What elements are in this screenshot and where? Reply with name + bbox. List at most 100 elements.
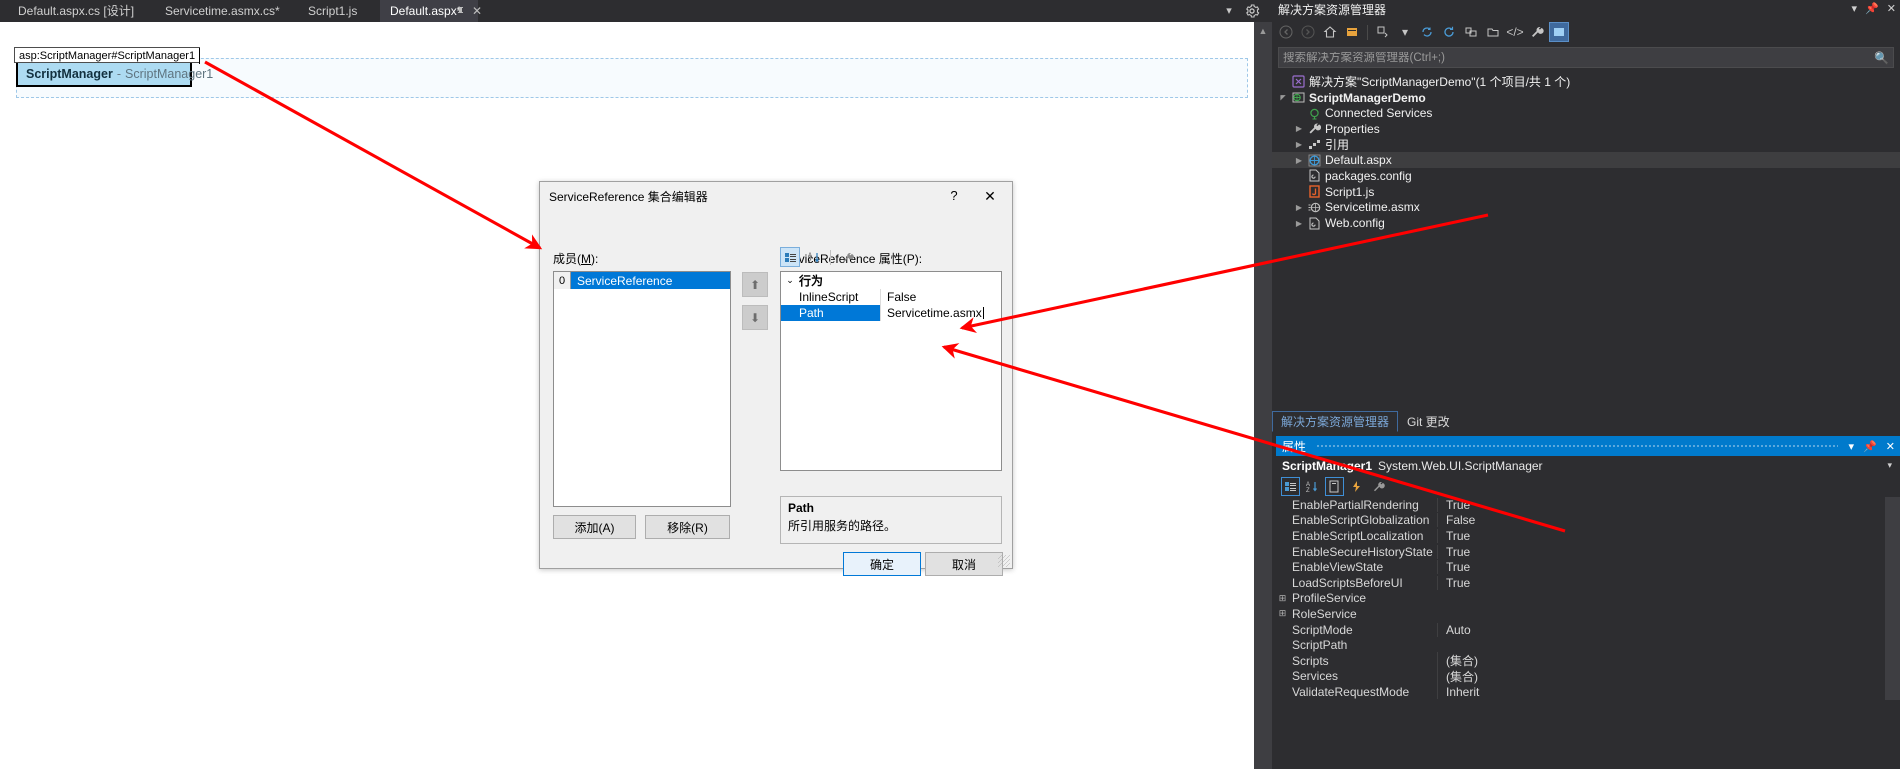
prop-close-icon[interactable]: ✕	[1886, 440, 1895, 453]
expander-icon[interactable]: ▶	[1292, 219, 1306, 228]
solution-tree-item[interactable]: packages.config	[1272, 168, 1900, 184]
property-value[interactable]: False	[1437, 513, 1900, 528]
solution-tree-item[interactable]: ▶ Web.config	[1272, 215, 1900, 231]
gear-icon[interactable]	[1244, 3, 1260, 19]
property-pages-icon[interactable]	[1325, 476, 1344, 496]
show-all-files-icon[interactable]	[1483, 22, 1503, 42]
property-row[interactable]: EnableScriptLocalization True	[1276, 528, 1900, 544]
move-up-button[interactable]: ⬆	[742, 272, 768, 297]
property-row[interactable]: ScriptPath	[1276, 637, 1900, 653]
refresh-icon[interactable]	[1439, 22, 1459, 42]
category-collapse-icon[interactable]: ⌄	[781, 275, 799, 286]
tab-close-icon[interactable]: ✕	[472, 0, 482, 22]
property-value[interactable]: True	[1437, 528, 1900, 543]
help-icon[interactable]: ?	[944, 187, 964, 205]
solution-tree-item[interactable]: ◢ ScriptManagerDemo	[1272, 90, 1900, 106]
property-row[interactable]: Scripts (集合)	[1276, 652, 1900, 670]
dialog-categorized-icon[interactable]	[780, 247, 800, 267]
editor-tab-1[interactable]: Servicetime.asmx.cs*	[155, 0, 290, 22]
property-value[interactable]: True	[1437, 575, 1900, 590]
member-list-item[interactable]: 0 ServiceReference	[554, 272, 730, 289]
scriptmanager-control[interactable]: ScriptManager - ScriptManager1	[16, 60, 213, 87]
property-expander-icon[interactable]: ⊞	[1276, 593, 1289, 604]
properties-grid[interactable]: EnablePartialRendering True EnableScriptGl…	[1276, 497, 1900, 700]
properties-object-selector[interactable]: ScriptManager1 System.Web.UI.ScriptManag…	[1276, 456, 1900, 475]
se-pin-icon[interactable]: 📌	[1865, 0, 1879, 19]
property-row[interactable]: Services (集合)	[1276, 667, 1900, 685]
dialog-titlebar[interactable]: ServiceReference 集合编辑器 ? ✕	[540, 182, 1012, 210]
dialog-resize-grip[interactable]	[998, 555, 1010, 567]
dialog-alphabetical-icon[interactable]: AZ	[804, 247, 824, 267]
dialog-close-icon[interactable]: ✕	[974, 185, 1006, 207]
solution-tree-item[interactable]: ▶ Servicetime.asmx	[1272, 200, 1900, 216]
editor-tab-0[interactable]: Default.aspx.cs [设计]	[8, 0, 144, 22]
add-button[interactable]: 添加(A)	[553, 515, 636, 539]
property-value[interactable]: Auto	[1437, 622, 1900, 637]
property-value[interactable]: True	[1437, 560, 1900, 575]
dialog-property-row[interactable]: InlineScript False	[781, 289, 1001, 305]
ok-button[interactable]: 确定	[843, 552, 921, 576]
solution-tree[interactable]: 解决方案"ScriptManagerDemo"(1 个项目/共 1 个) ◢ Scr…	[1272, 70, 1900, 231]
dock-tab-git-changes[interactable]: Git 更改	[1398, 411, 1459, 432]
preview-selected-items-icon[interactable]	[1549, 22, 1569, 42]
properties-wrench-icon[interactable]	[1527, 22, 1547, 42]
view-code-icon[interactable]: </>	[1505, 22, 1525, 42]
expander-icon[interactable]: ▶	[1292, 140, 1306, 149]
dialog-wrench-icon[interactable]	[837, 247, 857, 267]
property-value[interactable]: True	[1437, 497, 1900, 512]
solution-tree-item[interactable]: ▶ 引用	[1272, 137, 1900, 153]
se-chevron-down-icon[interactable]: ▾	[1852, 0, 1858, 19]
collapse-all-icon[interactable]	[1461, 22, 1481, 42]
move-down-button[interactable]: ⬇	[742, 305, 768, 330]
solution-tree-item[interactable]: Connected Services	[1272, 105, 1900, 121]
property-row[interactable]: EnableViewState True	[1276, 559, 1900, 575]
solution-tree-item[interactable]: Script1.js	[1272, 184, 1900, 200]
events-lightning-icon[interactable]	[1347, 477, 1366, 496]
sync-icon[interactable]	[1417, 22, 1437, 42]
alphabetical-view-icon[interactable]: AZ	[1303, 477, 1322, 496]
smart-tag-label[interactable]: asp:ScriptManager#ScriptManager1	[14, 47, 201, 64]
property-row[interactable]: EnableScriptGlobalization False	[1276, 513, 1900, 529]
members-list[interactable]: 0 ServiceReference	[553, 271, 731, 507]
property-row[interactable]: ⊞ RoleService	[1276, 606, 1900, 622]
property-row[interactable]: LoadScriptsBeforeUI True	[1276, 575, 1900, 591]
property-row[interactable]: EnableSecureHistoryState True	[1276, 544, 1900, 560]
property-row[interactable]: ValidateRequestMode Inherit	[1276, 684, 1900, 700]
scroll-up-icon[interactable]: ▲	[1254, 22, 1272, 40]
property-value[interactable]: (集合)	[1437, 652, 1900, 670]
back-icon[interactable]	[1276, 22, 1296, 42]
prop-pin-icon[interactable]: 📌	[1863, 440, 1877, 453]
dialog-property-value[interactable]: Servicetime.asmx	[881, 305, 1001, 321]
properties-wrench2-icon[interactable]	[1369, 477, 1388, 496]
expander-icon[interactable]: ▶	[1292, 156, 1306, 165]
dock-tab-solution-explorer[interactable]: 解决方案资源管理器	[1272, 411, 1399, 432]
chevron-down-small-icon[interactable]: ▾	[1395, 22, 1415, 42]
expander-icon[interactable]: ◢	[1276, 94, 1290, 102]
property-value[interactable]: True	[1437, 544, 1900, 559]
dialog-property-row[interactable]: Path Servicetime.asmx	[781, 305, 1001, 321]
solution-tree-item[interactable]: ▶ Default.aspx	[1272, 152, 1900, 169]
sync-views-icon[interactable]	[1373, 22, 1393, 42]
expander-icon[interactable]: ▶	[1292, 203, 1306, 212]
property-expander-icon[interactable]: ⊞	[1276, 608, 1289, 619]
expander-icon[interactable]: ▶	[1292, 124, 1306, 133]
solution-tree-item[interactable]: ▶ Properties	[1272, 121, 1900, 137]
property-value[interactable]: Inherit	[1437, 684, 1900, 699]
cancel-button[interactable]: 取消	[925, 552, 1003, 576]
dialog-property-grid[interactable]: ⌄ 行为 InlineScript False Path Servicetime.as…	[780, 271, 1002, 471]
forward-icon[interactable]	[1298, 22, 1318, 42]
solution-tree-item[interactable]: 解决方案"ScriptManagerDemo"(1 个项目/共 1 个)	[1272, 74, 1900, 90]
se-close-icon[interactable]: ✕	[1887, 0, 1896, 19]
prop-chevron-down-icon[interactable]: ▾	[1849, 440, 1855, 453]
editor-tab-2[interactable]: Script1.js	[298, 0, 367, 22]
pending-changes-icon[interactable]	[1342, 22, 1362, 42]
home-icon[interactable]	[1320, 22, 1340, 42]
chevron-down-icon[interactable]: ▾	[1222, 4, 1236, 18]
object-dropdown-chevron-icon[interactable]: ▾	[1887, 460, 1892, 471]
property-row[interactable]: ⊞ ProfileService	[1276, 591, 1900, 607]
property-row[interactable]: ScriptMode Auto	[1276, 622, 1900, 638]
designer-scrollbar[interactable]: ▲	[1254, 22, 1272, 769]
search-input[interactable]	[1283, 51, 1875, 64]
dialog-property-value[interactable]: False	[881, 289, 1001, 305]
categorized-view-icon[interactable]	[1281, 476, 1300, 496]
